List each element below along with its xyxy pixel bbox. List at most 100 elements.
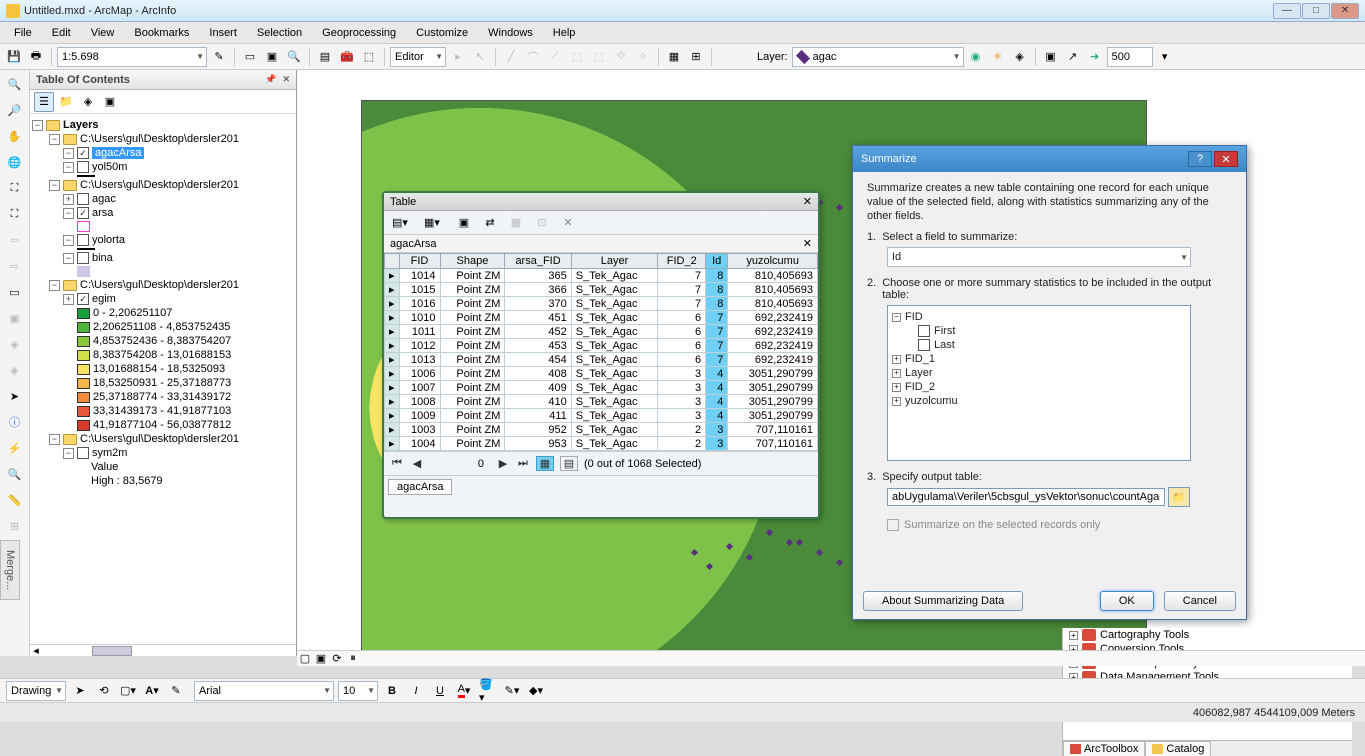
tree-item[interactable]: +yuzolcumu: [892, 394, 1186, 408]
zoom-sel-icon[interactable]: ⊡: [532, 213, 552, 233]
attribute-table-window[interactable]: Table ✕ ▤▾ ▦▾ ▣ ⇄ ▦ ⊡ ✕ agacArsa ✕ FIDSh…: [382, 191, 820, 519]
toc-source-icon[interactable]: 📁: [56, 92, 76, 112]
catalog-tab[interactable]: Catalog: [1145, 741, 1211, 756]
drawing-menu[interactable]: Drawing▼: [6, 681, 66, 701]
fill-color-icon[interactable]: 🪣▾: [478, 681, 498, 701]
tree-row[interactable]: − C:\Users\gul\Desktop\dersler201: [32, 132, 294, 146]
tree-row[interactable]: − yol50m: [32, 160, 294, 174]
go-arrow-icon[interactable]: ▾: [1155, 47, 1175, 67]
pause-icon[interactable]: ⏸: [345, 652, 361, 666]
attr-icon[interactable]: ▦: [664, 47, 684, 67]
table-grid[interactable]: FIDShapearsa_FIDLayerFID_2Idyuzolcumu▸10…: [384, 253, 818, 451]
about-button[interactable]: About Summarizing Data: [863, 591, 1023, 611]
table-titlebar[interactable]: Table ✕: [384, 193, 818, 211]
sketch2-icon[interactable]: ⌒: [523, 47, 543, 67]
summarize-dialog[interactable]: Summarize ? ✕ Summarize creates a new ta…: [852, 145, 1247, 620]
sketch6-icon[interactable]: ⟐: [611, 47, 631, 67]
select-features-icon[interactable]: ▭: [240, 47, 260, 67]
measure-icon[interactable]: 📏: [5, 490, 25, 510]
show-all-icon[interactable]: ▦: [536, 456, 554, 471]
draw-rotate-icon[interactable]: ⟲: [94, 681, 114, 701]
tree-row[interactable]: − yolorta: [32, 233, 294, 247]
menu-selection[interactable]: Selection: [247, 25, 312, 41]
pan-icon[interactable]: ✋: [5, 126, 25, 146]
tree-row[interactable]: − C:\Users\gul\Desktop\dersler201: [32, 278, 294, 292]
dialog-help-icon[interactable]: ?: [1188, 151, 1212, 167]
toc-tree[interactable]: − Layers− C:\Users\gul\Desktop\dersler20…: [30, 114, 296, 644]
zoom-out-icon[interactable]: 🔎: [5, 100, 25, 120]
scale-combo[interactable]: 1:5.698▼: [57, 47, 207, 67]
edit-tool-icon[interactable]: ▸: [448, 47, 468, 67]
font-combo[interactable]: Arial▼: [194, 681, 334, 701]
sun-icon[interactable]: ☀: [988, 47, 1008, 67]
toc-pin-icon[interactable]: 📌: [265, 74, 276, 85]
toc-close-icon[interactable]: ✕: [282, 74, 290, 85]
toolbox-icon[interactable]: 🧰: [337, 47, 357, 67]
delete-sel-icon[interactable]: ✕: [558, 213, 578, 233]
menu-edit[interactable]: Edit: [42, 25, 81, 41]
tree-row[interactable]: Value: [32, 460, 294, 474]
tree-row[interactable]: − Layers: [32, 118, 294, 132]
tool5-icon[interactable]: ↗: [1063, 47, 1083, 67]
go-icon[interactable]: ➜: [1085, 47, 1105, 67]
misc-icon[interactable]: ⊞: [5, 516, 25, 536]
tree-row[interactable]: 8,383754208 - 13,01688153: [32, 348, 294, 362]
minimize-button[interactable]: —: [1273, 3, 1301, 19]
switch-select-icon[interactable]: ⇄: [480, 213, 500, 233]
selected-only-checkbox[interactable]: [887, 519, 899, 531]
toc-hscrollbar[interactable]: ◂: [30, 644, 296, 656]
dialog-titlebar[interactable]: Summarize ? ✕: [853, 146, 1246, 172]
editor-menu[interactable]: Editor▼: [390, 47, 446, 67]
toolbox-item[interactable]: +Cartography Tools: [1063, 628, 1352, 642]
menu-geoprocessing[interactable]: Geoprocessing: [312, 25, 406, 41]
cancel-button[interactable]: Cancel: [1164, 591, 1236, 611]
full-extent-icon[interactable]: 🌐: [5, 152, 25, 172]
select-by-attr-icon[interactable]: ▣: [454, 213, 474, 233]
tree-row[interactable]: 2,206251108 - 4,853752435: [32, 320, 294, 334]
table-icon[interactable]: ▤: [315, 47, 335, 67]
python-icon[interactable]: ⬚: [359, 47, 379, 67]
related-tables-icon[interactable]: ▦▾: [422, 213, 442, 233]
tree-row[interactable]: + egim: [32, 292, 294, 306]
clear-icon[interactable]: ▣: [5, 308, 25, 328]
tool-icon[interactable]: ✎: [209, 47, 229, 67]
menu-customize[interactable]: Customize: [406, 25, 478, 41]
summarize-field-combo[interactable]: Id▼: [887, 247, 1191, 267]
bold-icon[interactable]: B: [382, 681, 402, 701]
identify-icon[interactable]: ⓘ: [5, 412, 25, 432]
table-options-icon[interactable]: ▤▾: [390, 213, 410, 233]
fontsize-combo[interactable]: 10▼: [338, 681, 378, 701]
toc-drawing-order-icon[interactable]: ☰: [34, 92, 54, 112]
maximize-button[interactable]: □: [1302, 3, 1330, 19]
tree-row[interactable]: 41,91877104 - 56,03877812: [32, 418, 294, 432]
tree-row[interactable]: − C:\Users\gul\Desktop\dersler201: [32, 178, 294, 192]
zoom-select-icon[interactable]: 🔍: [284, 47, 304, 67]
arctoolbox-tab[interactable]: ArcToolbox: [1063, 741, 1145, 756]
print-icon[interactable]: 🖶: [26, 47, 46, 67]
tree-row[interactable]: [32, 220, 294, 233]
sketch7-icon[interactable]: ✧: [633, 47, 653, 67]
tree-row[interactable]: [32, 265, 294, 278]
zoom-in-icon[interactable]: 🔍: [5, 74, 25, 94]
first-checkbox[interactable]: [918, 325, 930, 337]
collapse-icon[interactable]: −: [892, 313, 901, 322]
go-value-input[interactable]: 500: [1107, 47, 1153, 67]
unknown2-icon[interactable]: ◈: [5, 360, 25, 380]
fixed-zoom-out-icon[interactable]: ⛶: [5, 204, 25, 224]
toc-selection-icon[interactable]: ▣: [100, 92, 120, 112]
tree-item[interactable]: +Layer: [892, 366, 1186, 380]
select-all-icon[interactable]: ▦: [506, 213, 526, 233]
italic-icon[interactable]: I: [406, 681, 426, 701]
clear-select-icon[interactable]: ▣: [262, 47, 282, 67]
tool4-icon[interactable]: ▣: [1041, 47, 1061, 67]
tree-row[interactable]: 25,37188774 - 33,31439172: [32, 390, 294, 404]
table-sub-close-icon[interactable]: ✕: [803, 237, 812, 250]
sketch5-icon[interactable]: ⬚: [589, 47, 609, 67]
layer-combo[interactable]: agac▼: [792, 47, 964, 67]
underline-icon[interactable]: U: [430, 681, 450, 701]
tree-row[interactable]: 18,53250931 - 25,37188773: [32, 376, 294, 390]
refresh-icon[interactable]: ⟳: [329, 652, 345, 666]
tree-row[interactable]: 13,01688154 - 18,5325093: [32, 362, 294, 376]
globe-icon[interactable]: ◉: [966, 47, 986, 67]
select-icon[interactable]: ▭: [5, 282, 25, 302]
